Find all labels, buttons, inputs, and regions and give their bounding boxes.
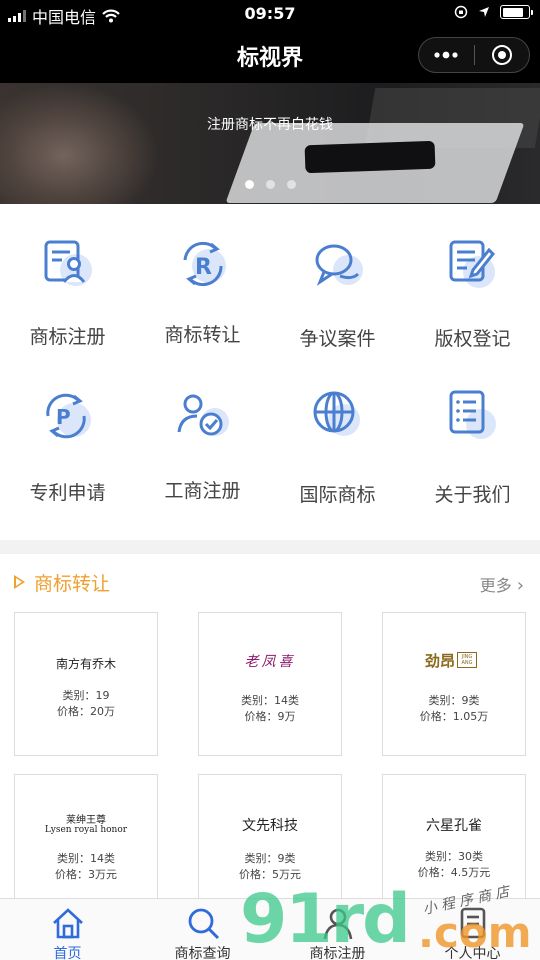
tab-label: 商标注册: [309, 946, 366, 960]
carousel-dot[interactable]: [286, 180, 296, 189]
trademark-card[interactable]: 老凤喜 类别：14类 价格：9万: [198, 612, 342, 756]
trademark-logo: 劲昂 JING ANG: [425, 649, 478, 671]
about-doc-icon: [449, 390, 496, 439]
trademark-meta: 类别：14类 价格：9万: [241, 694, 299, 723]
service-label: 工商注册: [164, 480, 241, 502]
more-link[interactable]: 更多 ›: [480, 572, 524, 596]
tab-label: 首页: [53, 946, 82, 960]
service-label: 争议案件: [299, 328, 376, 350]
home-icon: [53, 908, 83, 939]
trademark-card[interactable]: 文先科技 类别：9类 价格：5万元: [198, 774, 342, 918]
carousel-dot[interactable]: [265, 180, 275, 189]
service-international-trademark[interactable]: 国际商标: [270, 356, 405, 506]
tab-label: 商标查询: [174, 946, 231, 960]
chevron-right-icon: ›: [516, 575, 524, 596]
service-dispute-case[interactable]: 争议案件: [270, 204, 405, 354]
trademark-meta: 类别：19 价格：20万: [57, 689, 115, 718]
service-label: 版权登记: [434, 328, 511, 350]
tab-label: 个人中心: [444, 946, 501, 960]
service-label: 关于我们: [434, 484, 511, 506]
service-trademark-transfer[interactable]: R 商标转让: [135, 204, 270, 354]
dispute-chat-icon: [315, 244, 363, 286]
service-label: 商标转让: [164, 324, 241, 346]
record-target-icon: [491, 45, 512, 65]
carousel-indicator: [0, 180, 540, 189]
banner-caption: 注册商标不再白花钱: [207, 117, 333, 133]
tab-trademark-search[interactable]: 商标查询: [135, 899, 270, 960]
more-dots-icon: [434, 51, 458, 59]
trademark-meta: 类别：30类 价格：4.5万元: [417, 850, 491, 879]
svg-text:P: P: [56, 405, 71, 429]
trademark-meta: 类别：9类 价格：5万元: [239, 852, 301, 881]
bottom-tab-bar: 首页 商标查询 商标注册 个人中心: [0, 898, 540, 960]
tab-personal-center[interactable]: 个人中心: [405, 899, 540, 960]
trademark-meta: 类别：9类 价格：1.05万: [419, 694, 489, 723]
location-icon: [479, 7, 489, 17]
service-grid: 商标注册 R 商标转让 争议案件 版权登记 P 专利申请 工商注册 国际商标 关…: [0, 204, 540, 540]
service-label: 商标注册: [29, 326, 106, 348]
trademark-subname: Lysen royal honor: [44, 825, 128, 835]
tab-trademark-register[interactable]: 商标注册: [270, 899, 405, 960]
nav-bar: 标视界: [0, 28, 540, 83]
rotation-lock-icon: [454, 5, 468, 19]
mini-program-capsule: [418, 37, 530, 73]
user-icon: [323, 908, 353, 940]
tab-home[interactable]: 首页: [0, 899, 135, 960]
trademark-card[interactable]: 劲昂 JING ANG 类别：9类 价格：1.05万: [382, 612, 526, 756]
section-header: 商标转让 更多 ›: [0, 554, 540, 610]
globe-icon: [313, 391, 360, 436]
close-button[interactable]: [475, 38, 530, 72]
service-trademark-register[interactable]: 商标注册: [0, 204, 135, 354]
carousel-dot[interactable]: [244, 180, 254, 189]
more-button[interactable]: [419, 38, 474, 72]
service-about-us[interactable]: 关于我们: [405, 356, 540, 506]
trademark-meta: 类别：14类 价格：3万元: [55, 852, 117, 881]
battery-icon: [500, 5, 533, 19]
trademark-name: 六星孔雀: [426, 818, 482, 834]
patent-icon: P: [46, 393, 91, 439]
service-patent-apply[interactable]: P 专利申请: [0, 356, 135, 506]
trademark-name: 莱绅王尊: [66, 815, 106, 826]
search-icon: [188, 908, 220, 940]
service-business-register[interactable]: 工商注册: [135, 356, 270, 506]
trademark-card[interactable]: 南方有乔木 类别：19 价格：20万: [14, 612, 158, 756]
trademark-card[interactable]: 六星孔雀 类别：30类 价格：4.5万元: [382, 774, 526, 918]
trademark-transfer-section: 商标转让 更多 › 南方有乔木 类别：19 价格：20万 老凤喜 类别：14类 价格…: [0, 554, 540, 918]
trademark-name: 南方有乔木: [55, 657, 116, 671]
trademark-name: 文先科技: [242, 818, 298, 834]
trademark-card[interactable]: 莱绅王尊 Lysen royal honor 类别：14类 价格：3万元: [14, 774, 158, 918]
service-label: 专利申请: [29, 482, 106, 504]
service-copyright-register[interactable]: 版权登记: [405, 204, 540, 354]
section-title: 商标转让: [34, 573, 111, 595]
profile-icon: [460, 907, 486, 939]
status-bar: 中国电信 09:57: [0, 0, 540, 28]
trademark-logo: 老凤喜: [244, 654, 296, 670]
trademark-transfer-icon: R: [183, 241, 226, 287]
copyright-edit-icon: [449, 240, 496, 288]
svg-text:R: R: [195, 255, 212, 280]
trademark-register-icon: [44, 240, 92, 286]
service-label: 国际商标: [299, 484, 376, 506]
play-triangle-icon: [14, 575, 25, 589]
business-register-icon: [177, 394, 229, 436]
